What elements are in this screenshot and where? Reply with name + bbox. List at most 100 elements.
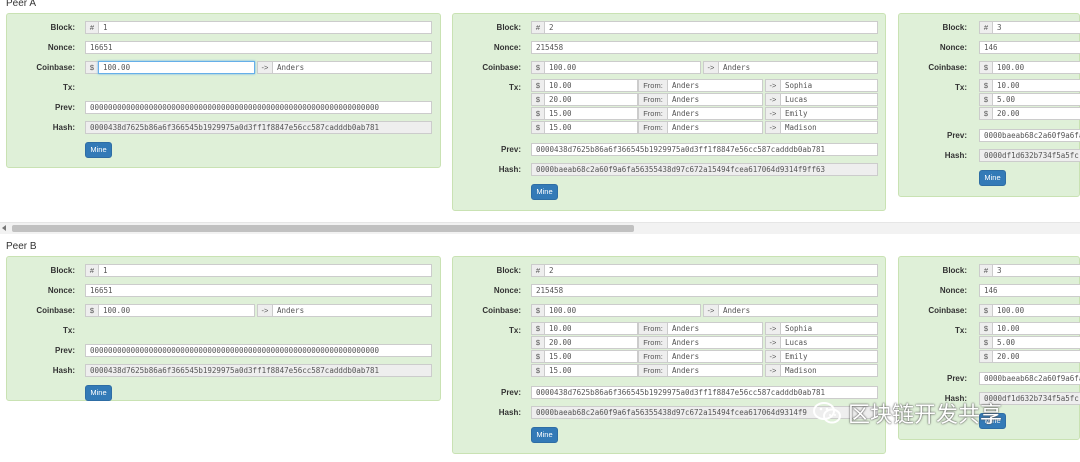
coinbase-amount-input[interactable]: 100.00 [98,304,255,317]
tx-amount-input[interactable]: 20.00 [544,93,638,106]
tx-amount-input[interactable]: 5.00 [992,336,1080,349]
prev-label: Prev: [500,388,521,397]
block-number-addon: # [85,264,99,277]
horizontal-scrollbar[interactable] [0,222,1080,234]
nonce-label: Nonce: [47,286,75,295]
coinbase-dollar-addon: $ [531,304,545,317]
mine-button[interactable]: Mine [531,184,558,200]
tx-to-input[interactable]: Lucas [780,336,878,349]
coinbase-dollar-addon: $ [979,304,993,317]
tx-amount-input[interactable]: 20.00 [992,350,1080,363]
tx-from-input[interactable]: Anders [667,107,763,120]
tx-from-input[interactable]: Anders [667,350,763,363]
tx-dollar-addon: $ [979,107,993,120]
tx-amount-input[interactable]: 15.00 [544,121,638,134]
hash-output[interactable]: 0000df1d632b734f5a5fc [979,149,1080,162]
tx-amount-input[interactable]: 15.00 [544,364,638,377]
tx-dollar-addon: $ [531,364,545,377]
tx-from-input[interactable]: Anders [667,79,763,92]
nonce-input[interactable]: 16651 [85,284,432,297]
nonce-input[interactable]: 215458 [531,41,878,54]
coinbase-arrow-addon: -> [257,61,273,74]
coinbase-amount-input[interactable]: 100.00 [992,304,1080,317]
mine-button[interactable]: Mine [531,427,558,443]
hash-output[interactable]: 0000baeab68c2a60f9a6fa56355438d97c672a15… [531,163,878,176]
coinbase-amount-input[interactable]: 100.00 [98,61,255,74]
tx-from-input[interactable]: Anders [667,93,763,106]
wechat-icon [813,402,841,424]
mine-button[interactable]: Mine [979,170,1006,186]
scrollbar-thumb[interactable] [12,225,634,232]
tx-to-input[interactable]: Madison [780,364,878,377]
block-number-input[interactable]: 2 [544,21,878,34]
prev-hash-input[interactable]: 0000baeab68c2a60f9a6fa [979,372,1080,385]
nonce-input[interactable]: 16651 [85,41,432,54]
nonce-label: Nonce: [939,43,967,52]
tx-from-input[interactable]: Anders [667,364,763,377]
coinbase-amount-input[interactable]: 100.00 [544,304,701,317]
coinbase-recipient-input[interactable]: Anders [718,61,878,74]
hash-output[interactable]: 0000438d7625b86a6f366545b1929975a0d3ff1f… [85,364,432,377]
coinbase-recipient-input[interactable]: Anders [272,61,432,74]
prev-label: Prev: [54,346,75,355]
tx-from-input[interactable]: Anders [667,121,763,134]
coinbase-recipient-input[interactable]: Anders [718,304,878,317]
nonce-input[interactable]: 146 [979,41,1080,54]
coinbase-amount-input[interactable]: 100.00 [992,61,1080,74]
coinbase-arrow-addon: -> [703,304,719,317]
block-number-input[interactable]: 3 [992,21,1080,34]
tx-amount-input[interactable]: 20.00 [544,336,638,349]
coinbase-amount-input[interactable]: 100.00 [544,61,701,74]
prev-hash-input[interactable]: 0000baeab68c2a60f9a6fa [979,129,1080,142]
block-label: Block: [50,266,75,275]
block-number-input[interactable]: 3 [992,264,1080,277]
tx-amount-input[interactable]: 15.00 [544,107,638,120]
tx-amount-input[interactable]: 10.00 [544,79,638,92]
tx-label: Tx: [63,326,75,335]
tx-from-input[interactable]: Anders [667,336,763,349]
tx-amount-input[interactable]: 15.00 [544,350,638,363]
tx-to-input[interactable]: Madison [780,121,878,134]
tx-arrow-addon: -> [765,336,781,349]
hash-label: Hash: [944,151,967,160]
tx-amount-input[interactable]: 10.00 [992,322,1080,335]
nonce-input[interactable]: 146 [979,284,1080,297]
block-number-input[interactable]: 2 [544,264,878,277]
scroll-left-arrow-icon[interactable] [2,225,6,231]
tx-amount-input[interactable]: 10.00 [992,79,1080,92]
coinbase-recipient-input[interactable]: Anders [272,304,432,317]
block-number-input[interactable]: 1 [98,264,432,277]
tx-dollar-addon: $ [531,336,545,349]
watermark: 区块链开发共享 [812,398,1002,428]
tx-to-input[interactable]: Emily [780,350,878,363]
coinbase-dollar-addon: $ [85,61,99,74]
block-label: Block: [496,266,521,275]
tx-to-input[interactable]: Lucas [780,93,878,106]
tx-arrow-addon: -> [765,364,781,377]
prev-hash-input[interactable]: 0000438d7625b86a6f366545b1929975a0d3ff1f… [531,143,878,156]
nonce-input[interactable]: 215458 [531,284,878,297]
tx-to-input[interactable]: Sophia [780,79,878,92]
tx-from-input[interactable]: Anders [667,322,763,335]
coinbase-label: Coinbase: [928,306,967,315]
tx-arrow-addon: -> [765,107,781,120]
prev-label: Prev: [54,103,75,112]
block-number-input[interactable]: 1 [98,21,432,34]
tx-amount-input[interactable]: 20.00 [992,107,1080,120]
mine-button[interactable]: Mine [85,142,112,158]
tx-to-input[interactable]: Sophia [780,322,878,335]
block-number-addon: # [979,264,993,277]
tx-amount-input[interactable]: 10.00 [544,322,638,335]
mine-button[interactable]: Mine [85,385,112,401]
watermark-text: 区块链开发共享 [848,402,1003,427]
tx-to-input[interactable]: Emily [780,107,878,120]
tx-dollar-addon: $ [531,93,545,106]
tx-amount-input[interactable]: 5.00 [992,93,1080,106]
tx-from-addon: From: [638,121,668,134]
prev-hash-input[interactable]: 0000000000000000000000000000000000000000… [85,101,432,114]
tx-arrow-addon: -> [765,350,781,363]
peer-row: Block: #1 Nonce: 16651 Coinbase: $100.00 -> And… [0,256,1080,462]
hash-output[interactable]: 0000438d7625b86a6f366545b1929975a0d3ff1f… [85,121,432,134]
nonce-label: Nonce: [939,286,967,295]
prev-hash-input[interactable]: 0000000000000000000000000000000000000000… [85,344,432,357]
